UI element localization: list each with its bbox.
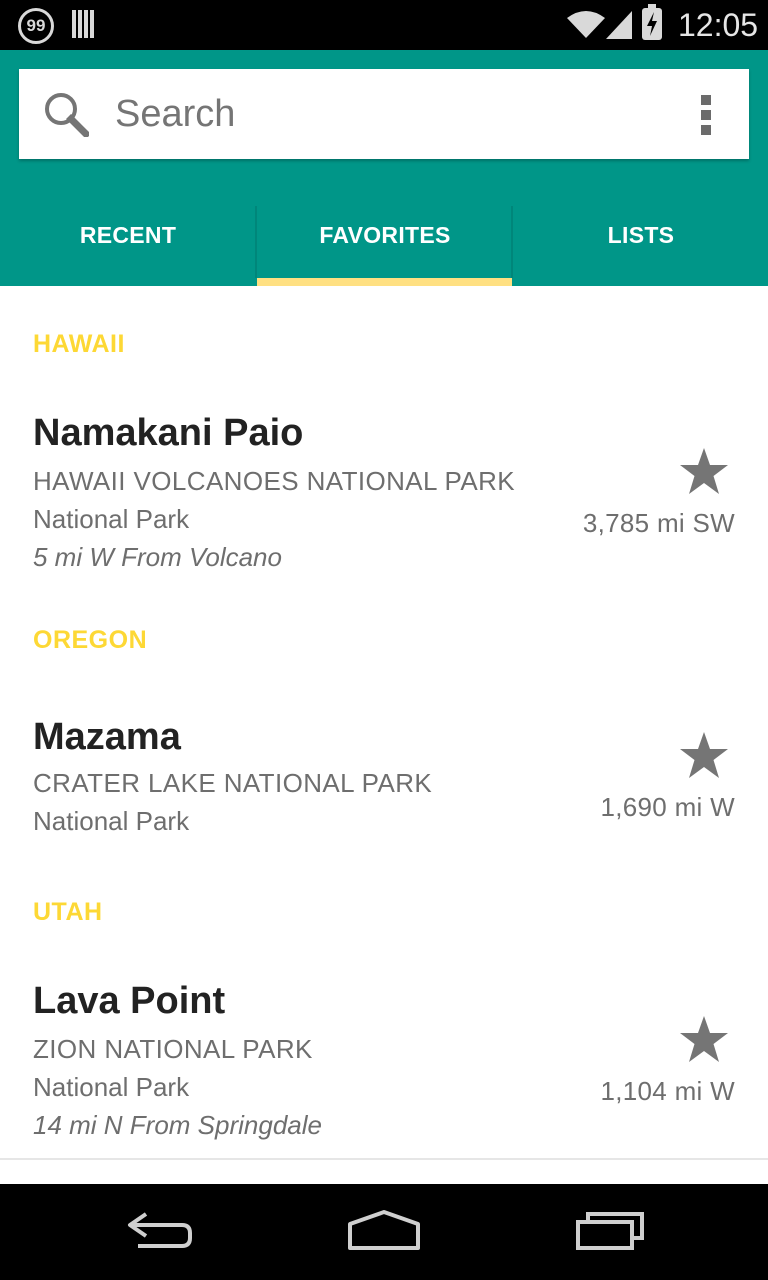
section-header-hawaii: HAWAII (33, 330, 125, 358)
location-description: 5 mi W From Volcano (33, 542, 282, 572)
selected-tab-indicator (257, 278, 512, 286)
cell-signal-icon (606, 11, 632, 39)
star-icon[interactable] (678, 730, 730, 780)
tab-favorites[interactable]: FAVORITES (257, 200, 513, 286)
location-description: 14 mi N From Springdale (33, 1110, 322, 1140)
app-bar: RECENT FAVORITES LISTS (0, 50, 768, 286)
status-bar: 99 12:05 (0, 0, 768, 50)
park-type: National Park (33, 1072, 190, 1102)
wifi-icon (567, 11, 605, 38)
list-item[interactable]: Lava Point ZION NATIONAL PARK National P… (0, 974, 768, 1154)
star-icon[interactable] (678, 1014, 730, 1064)
park-name: CRATER LAKE NATIONAL PARK (33, 768, 433, 798)
favorites-list: HAWAII Namakani Paio HAWAII VOLCANOES NA… (0, 286, 768, 1184)
clock: 12:05 (678, 7, 759, 43)
list-item[interactable]: Mazama CRATER LAKE NATIONAL PARK Nationa… (0, 708, 768, 848)
section-header-utah: UTAH (33, 898, 103, 926)
tab-recent[interactable]: RECENT (0, 200, 256, 286)
notification-count-icon: 99 (18, 8, 54, 44)
distance: 3,785 mi SW (582, 508, 735, 538)
campground-name: Lava Point (33, 980, 226, 1022)
distance: 1,690 mi W (600, 792, 735, 822)
campground-name: Mazama (33, 716, 181, 758)
tab-bar: RECENT FAVORITES LISTS (0, 200, 768, 286)
star-icon[interactable] (678, 446, 730, 496)
park-name: ZION NATIONAL PARK (33, 1034, 313, 1064)
back-icon[interactable] (124, 1208, 196, 1254)
search-icon[interactable] (43, 91, 89, 137)
list-item[interactable]: Namakani Paio HAWAII VOLCANOES NATIONAL … (0, 404, 768, 584)
search-input[interactable] (115, 91, 655, 137)
section-header-oregon: OREGON (33, 626, 148, 654)
campground-name: Namakani Paio (33, 412, 304, 454)
tab-lists[interactable]: LISTS (513, 200, 768, 286)
park-type: National Park (33, 806, 190, 836)
recent-apps-icon[interactable] (574, 1208, 648, 1254)
park-type: National Park (33, 504, 190, 534)
park-name: HAWAII VOLCANOES NATIONAL PARK (33, 466, 516, 496)
overflow-menu-icon[interactable] (683, 89, 729, 139)
search-bar[interactable] (19, 69, 749, 159)
navigation-bar (0, 1184, 768, 1280)
distance: 1,104 mi W (600, 1076, 735, 1106)
home-icon[interactable] (344, 1208, 424, 1254)
barcode-icon (72, 10, 96, 38)
battery-charging-icon (642, 4, 662, 40)
list-divider (0, 1158, 768, 1160)
